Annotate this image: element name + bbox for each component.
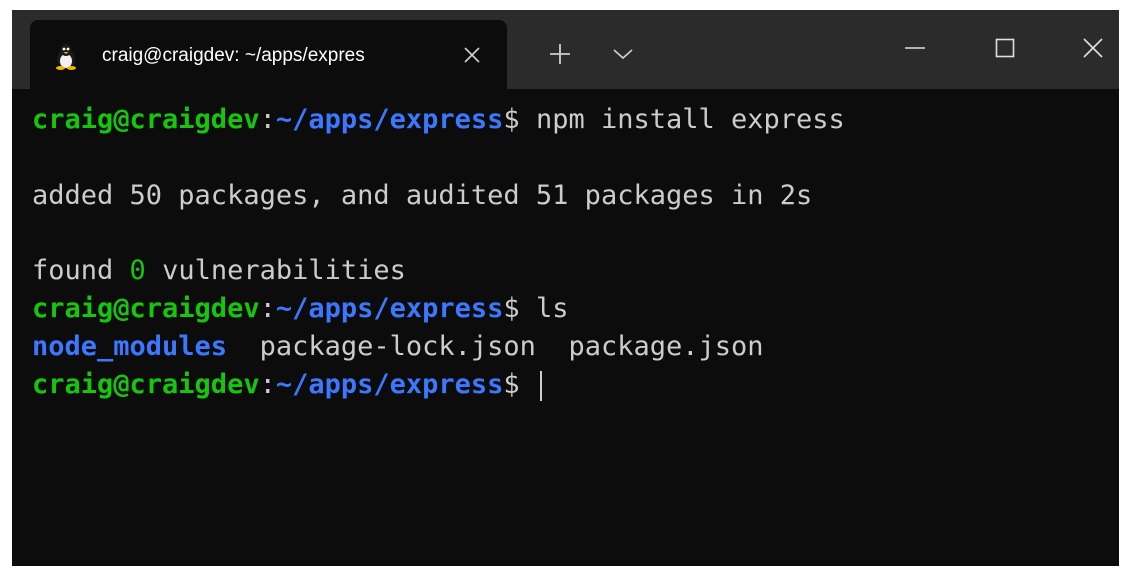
prompt-user-host: craig@craigdev [32,104,260,135]
prompt-user-host: craig@craigdev [32,293,260,324]
file-entry: package-lock.json [259,331,536,362]
output-line: added 50 packages, and audited 51 packag… [32,180,813,211]
vulnerability-count: 0 [129,255,146,286]
tab-close-button[interactable] [455,38,489,72]
close-window-button[interactable] [1068,28,1118,68]
terminal-output[interactable]: craig@craigdev:~/apps/express$ npm insta… [12,89,1119,566]
text-cursor [539,370,542,401]
command-text: npm install express [519,104,845,135]
command-text: ls [519,293,569,324]
prompt-user-host: craig@craigdev [32,369,260,400]
ls-output-line: node_modules package-lock.json package.j… [32,328,764,366]
minimize-icon [905,47,925,49]
prompt-colon: : [259,104,276,135]
close-icon [1083,38,1103,58]
prompt-path: ~/apps/express [275,293,504,324]
separator [227,331,260,362]
maximize-icon [995,38,1015,58]
title-bar[interactable]: craig@craigdev: ~/apps/expres [12,10,1119,89]
tab-terminal[interactable]: craig@craigdev: ~/apps/expres [30,20,507,89]
prompt-path: ~/apps/express [275,104,504,135]
command-line: craig@craigdev:~/apps/express$ ls [32,290,568,328]
maximize-button[interactable] [980,28,1030,68]
output-text: found [32,255,130,286]
linux-penguin-icon [52,42,80,70]
prompt-symbol: $ [503,369,520,400]
minimize-button[interactable] [890,28,940,68]
terminal-window: craig@craigdev: ~/apps/expres craig@crai… [12,10,1119,566]
command-line: craig@craigdev:~/apps/express$ [32,366,542,404]
directory-entry: node_modules [32,331,228,362]
prompt-symbol: $ [503,293,520,324]
close-icon [464,47,480,63]
tab-title: craig@craigdev: ~/apps/expres [102,45,365,66]
command-line: craig@craigdev:~/apps/express$ npm insta… [32,101,845,139]
file-entry: package.json [568,331,764,362]
plus-icon [550,44,570,64]
prompt-path: ~/apps/express [275,369,504,400]
prompt-colon: : [259,293,276,324]
command-text [520,369,536,400]
chevron-down-icon [613,49,633,60]
prompt-colon: : [259,369,276,400]
output-text: vulnerabilities [145,255,406,286]
separator [536,331,569,362]
output-line: found 0 vulnerabilities [32,252,406,290]
tab-dropdown-button[interactable] [605,36,641,72]
new-tab-button[interactable] [542,36,578,72]
prompt-symbol: $ [503,104,520,135]
